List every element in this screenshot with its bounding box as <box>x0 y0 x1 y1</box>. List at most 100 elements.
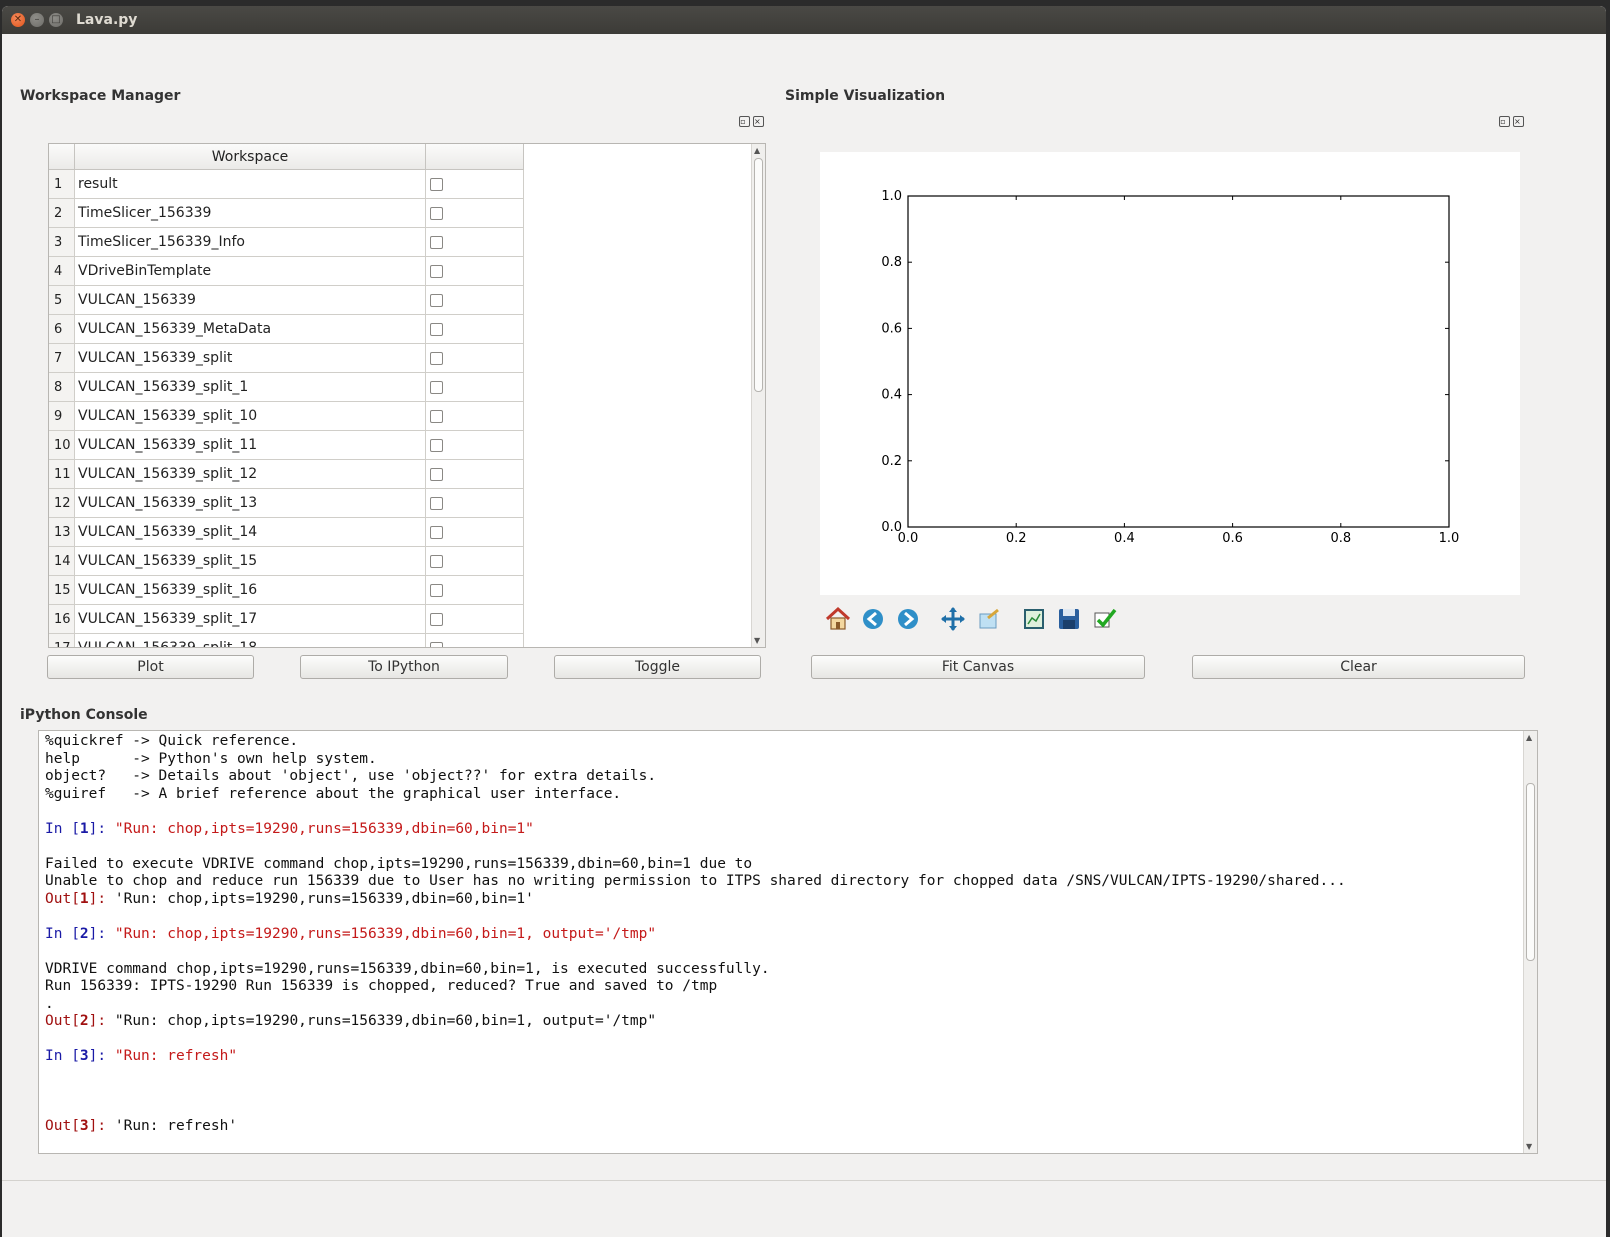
clear-button[interactable]: Clear <box>1192 655 1525 679</box>
workspace-checkbox[interactable] <box>430 613 443 626</box>
workspace-name[interactable]: VULCAN_156339 <box>75 286 426 315</box>
x-tick-label: 0.4 <box>1114 531 1135 546</box>
y-tick-label: 0.2 <box>881 454 902 469</box>
pan-icon[interactable] <box>938 604 968 634</box>
select-cell <box>426 605 524 634</box>
table-row[interactable]: 10 VULCAN_156339_split_11 <box>49 431 524 460</box>
forward-icon[interactable] <box>893 604 923 634</box>
y-tick-label: 1.0 <box>881 189 902 204</box>
console-line: Out[1]: 'Run: chop,ipts=19290,runs=15633… <box>45 891 1515 909</box>
select-cell <box>426 199 524 228</box>
ipython-console[interactable]: %quickref -> Quick reference. help -> Pyt… <box>38 730 1538 1154</box>
workspace-name[interactable]: VULCAN_156339_split_13 <box>75 489 426 518</box>
maximize-window-button[interactable]: □ <box>49 13 63 27</box>
workspace-checkbox[interactable] <box>430 584 443 597</box>
scroll-down-icon[interactable]: ▼ <box>754 636 760 645</box>
workspace-checkbox[interactable] <box>430 497 443 510</box>
scroll-down-icon[interactable]: ▼ <box>1526 1142 1532 1151</box>
check-column-header[interactable] <box>426 144 524 170</box>
workspace-checkbox[interactable] <box>430 410 443 423</box>
apply-icon[interactable] <box>1090 604 1120 634</box>
close-window-button[interactable]: ✕ <box>11 13 25 27</box>
workspace-checkbox[interactable] <box>430 207 443 220</box>
scroll-thumb[interactable] <box>754 158 763 392</box>
workspace-checkbox[interactable] <box>430 439 443 452</box>
workspace-checkbox[interactable] <box>430 381 443 394</box>
workspace-name[interactable]: VULCAN_156339_split_1 <box>75 373 426 402</box>
save-icon[interactable] <box>1054 604 1084 634</box>
scroll-thumb[interactable] <box>1526 783 1535 961</box>
workspace-checkbox[interactable] <box>430 265 443 278</box>
table-row[interactable]: 4 VDriveBinTemplate <box>49 257 524 286</box>
workspace-checkbox[interactable] <box>430 352 443 365</box>
x-tick-label: 0.8 <box>1330 531 1351 546</box>
table-row[interactable]: 17VULCAN_156339_split_18 <box>49 634 524 647</box>
close-dock-icon[interactable]: × <box>1513 116 1524 127</box>
table-row[interactable]: 13 VULCAN_156339_split_14 <box>49 518 524 547</box>
workspace-column-header[interactable]: Workspace <box>75 144 426 170</box>
workspace-name[interactable]: VULCAN_156339_split_10 <box>75 402 426 431</box>
workspace-name[interactable]: VULCAN_156339_split_15 <box>75 547 426 576</box>
console-text: %guiref -> A brief reference about the g… <box>45 785 622 802</box>
workspace-checkbox[interactable] <box>430 178 443 191</box>
plot-button[interactable]: Plot <box>47 655 254 679</box>
workspace-name[interactable]: VULCAN_156339_split_14 <box>75 518 426 547</box>
table-row[interactable]: 3 TimeSlicer_156339_Info <box>49 228 524 257</box>
workspace-name[interactable]: VULCAN_156339_split <box>75 344 426 373</box>
console-output[interactable]: %quickref -> Quick reference. help -> Pyt… <box>45 733 1515 1153</box>
table-row[interactable]: 12 VULCAN_156339_split_13 <box>49 489 524 518</box>
fit-canvas-button[interactable]: Fit Canvas <box>811 655 1145 679</box>
workspace-checkbox[interactable] <box>430 468 443 481</box>
table-row[interactable]: 14 VULCAN_156339_split_15 <box>49 547 524 576</box>
workspace-name[interactable]: VULCAN_156339_split_12 <box>75 460 426 489</box>
workspace-name[interactable]: TimeSlicer_156339 <box>75 199 426 228</box>
workspace-checkbox[interactable] <box>430 236 443 249</box>
table-scrollbar[interactable]: ▲ ▼ <box>751 144 765 647</box>
zoom-icon[interactable] <box>974 604 1004 634</box>
console-scrollbar[interactable]: ▲ ▼ <box>1523 731 1537 1153</box>
console-text: VDRIVE command chop,ipts=19290,runs=1563… <box>45 960 770 977</box>
table-row[interactable]: 8 VULCAN_156339_split_1 <box>49 373 524 402</box>
table-row[interactable]: 9 VULCAN_156339_split_10 <box>49 402 524 431</box>
workspace-name[interactable]: VULCAN_156339_MetaData <box>75 315 426 344</box>
table-row[interactable]: 5 VULCAN_156339 <box>49 286 524 315</box>
float-dock-icon[interactable]: ▫ <box>1499 116 1510 127</box>
workspace-checkbox[interactable] <box>430 323 443 336</box>
table-row[interactable]: 15 VULCAN_156339_split_16 <box>49 576 524 605</box>
workspace-name[interactable]: TimeSlicer_156339_Info <box>75 228 426 257</box>
workspace-checkbox[interactable] <box>430 642 443 647</box>
table-row[interactable]: 7 VULCAN_156339_split <box>49 344 524 373</box>
scroll-up-icon[interactable]: ▲ <box>1526 733 1532 742</box>
float-dock-icon[interactable]: ▫ <box>739 116 750 127</box>
workspace-name[interactable]: VULCAN_156339_split_11 <box>75 431 426 460</box>
workspace-checkbox[interactable] <box>430 555 443 568</box>
row-number: 15 <box>49 576 75 605</box>
row-number: 2 <box>49 199 75 228</box>
table-row[interactable]: 1 result <box>49 170 524 199</box>
scroll-up-icon[interactable]: ▲ <box>754 146 760 155</box>
workspace-name[interactable]: VULCAN_156339_split_18 <box>75 634 426 647</box>
workspace-checkbox[interactable] <box>430 526 443 539</box>
table-row[interactable]: 11 VULCAN_156339_split_12 <box>49 460 524 489</box>
table-row[interactable]: 16 VULCAN_156339_split_17 <box>49 605 524 634</box>
workspace-table: Workspace 1 result 2 TimeSlicer_156339 3 Time… <box>48 143 766 648</box>
toggle-button[interactable]: Toggle <box>554 655 761 679</box>
minimize-window-button[interactable]: – <box>30 13 44 27</box>
workspace-name[interactable]: VDriveBinTemplate <box>75 257 426 286</box>
subplots-icon[interactable] <box>1019 604 1049 634</box>
table-row[interactable]: 6 VULCAN_156339_MetaData <box>49 315 524 344</box>
back-icon[interactable] <box>858 604 888 634</box>
to-ipython-button[interactable]: To IPython <box>300 655 508 679</box>
console-text: ]: <box>88 1048 115 1064</box>
table-row[interactable]: 2 TimeSlicer_156339 <box>49 199 524 228</box>
workspace-name[interactable]: VULCAN_156339_split_16 <box>75 576 426 605</box>
workspace-checkbox[interactable] <box>430 294 443 307</box>
workspace-name[interactable]: VULCAN_156339_split_17 <box>75 605 426 634</box>
close-dock-icon[interactable]: × <box>753 116 764 127</box>
home-icon[interactable] <box>823 604 853 634</box>
select-cell <box>426 257 524 286</box>
workspace-name[interactable]: result <box>75 170 426 199</box>
plot-canvas[interactable]: 0.0 0.2 0.4 0.6 0.8 1.0 0.0 0.2 0.4 0.6 0.8 1.0 <box>820 152 1520 595</box>
